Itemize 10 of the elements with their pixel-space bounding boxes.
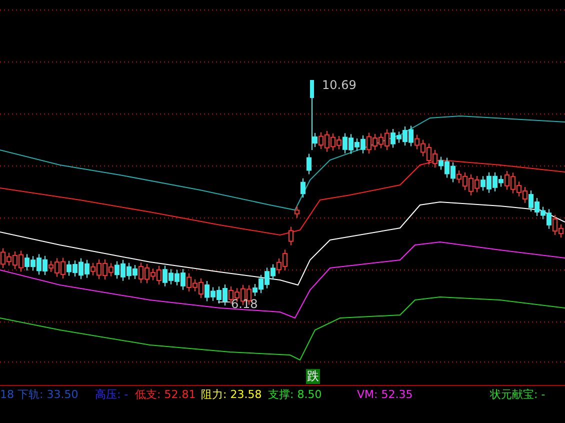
indicator-readout: 阻力: 23.58	[201, 387, 263, 403]
indicator-readout: 18 下轨: 33.50	[0, 387, 80, 403]
signal-badge: 跌	[306, 369, 320, 384]
indicator-readout: 低支: 52.81	[135, 387, 197, 403]
indicator-readout: 状元献宝: -	[490, 387, 546, 403]
indicator-readout: 支撑: 8.50	[268, 387, 323, 403]
indicator-readout: VM: 52.35	[357, 387, 414, 403]
price-label: 6.18	[231, 297, 258, 311]
price-label: 10.69	[322, 78, 356, 92]
indicator-readout: 高压: -	[95, 387, 130, 403]
